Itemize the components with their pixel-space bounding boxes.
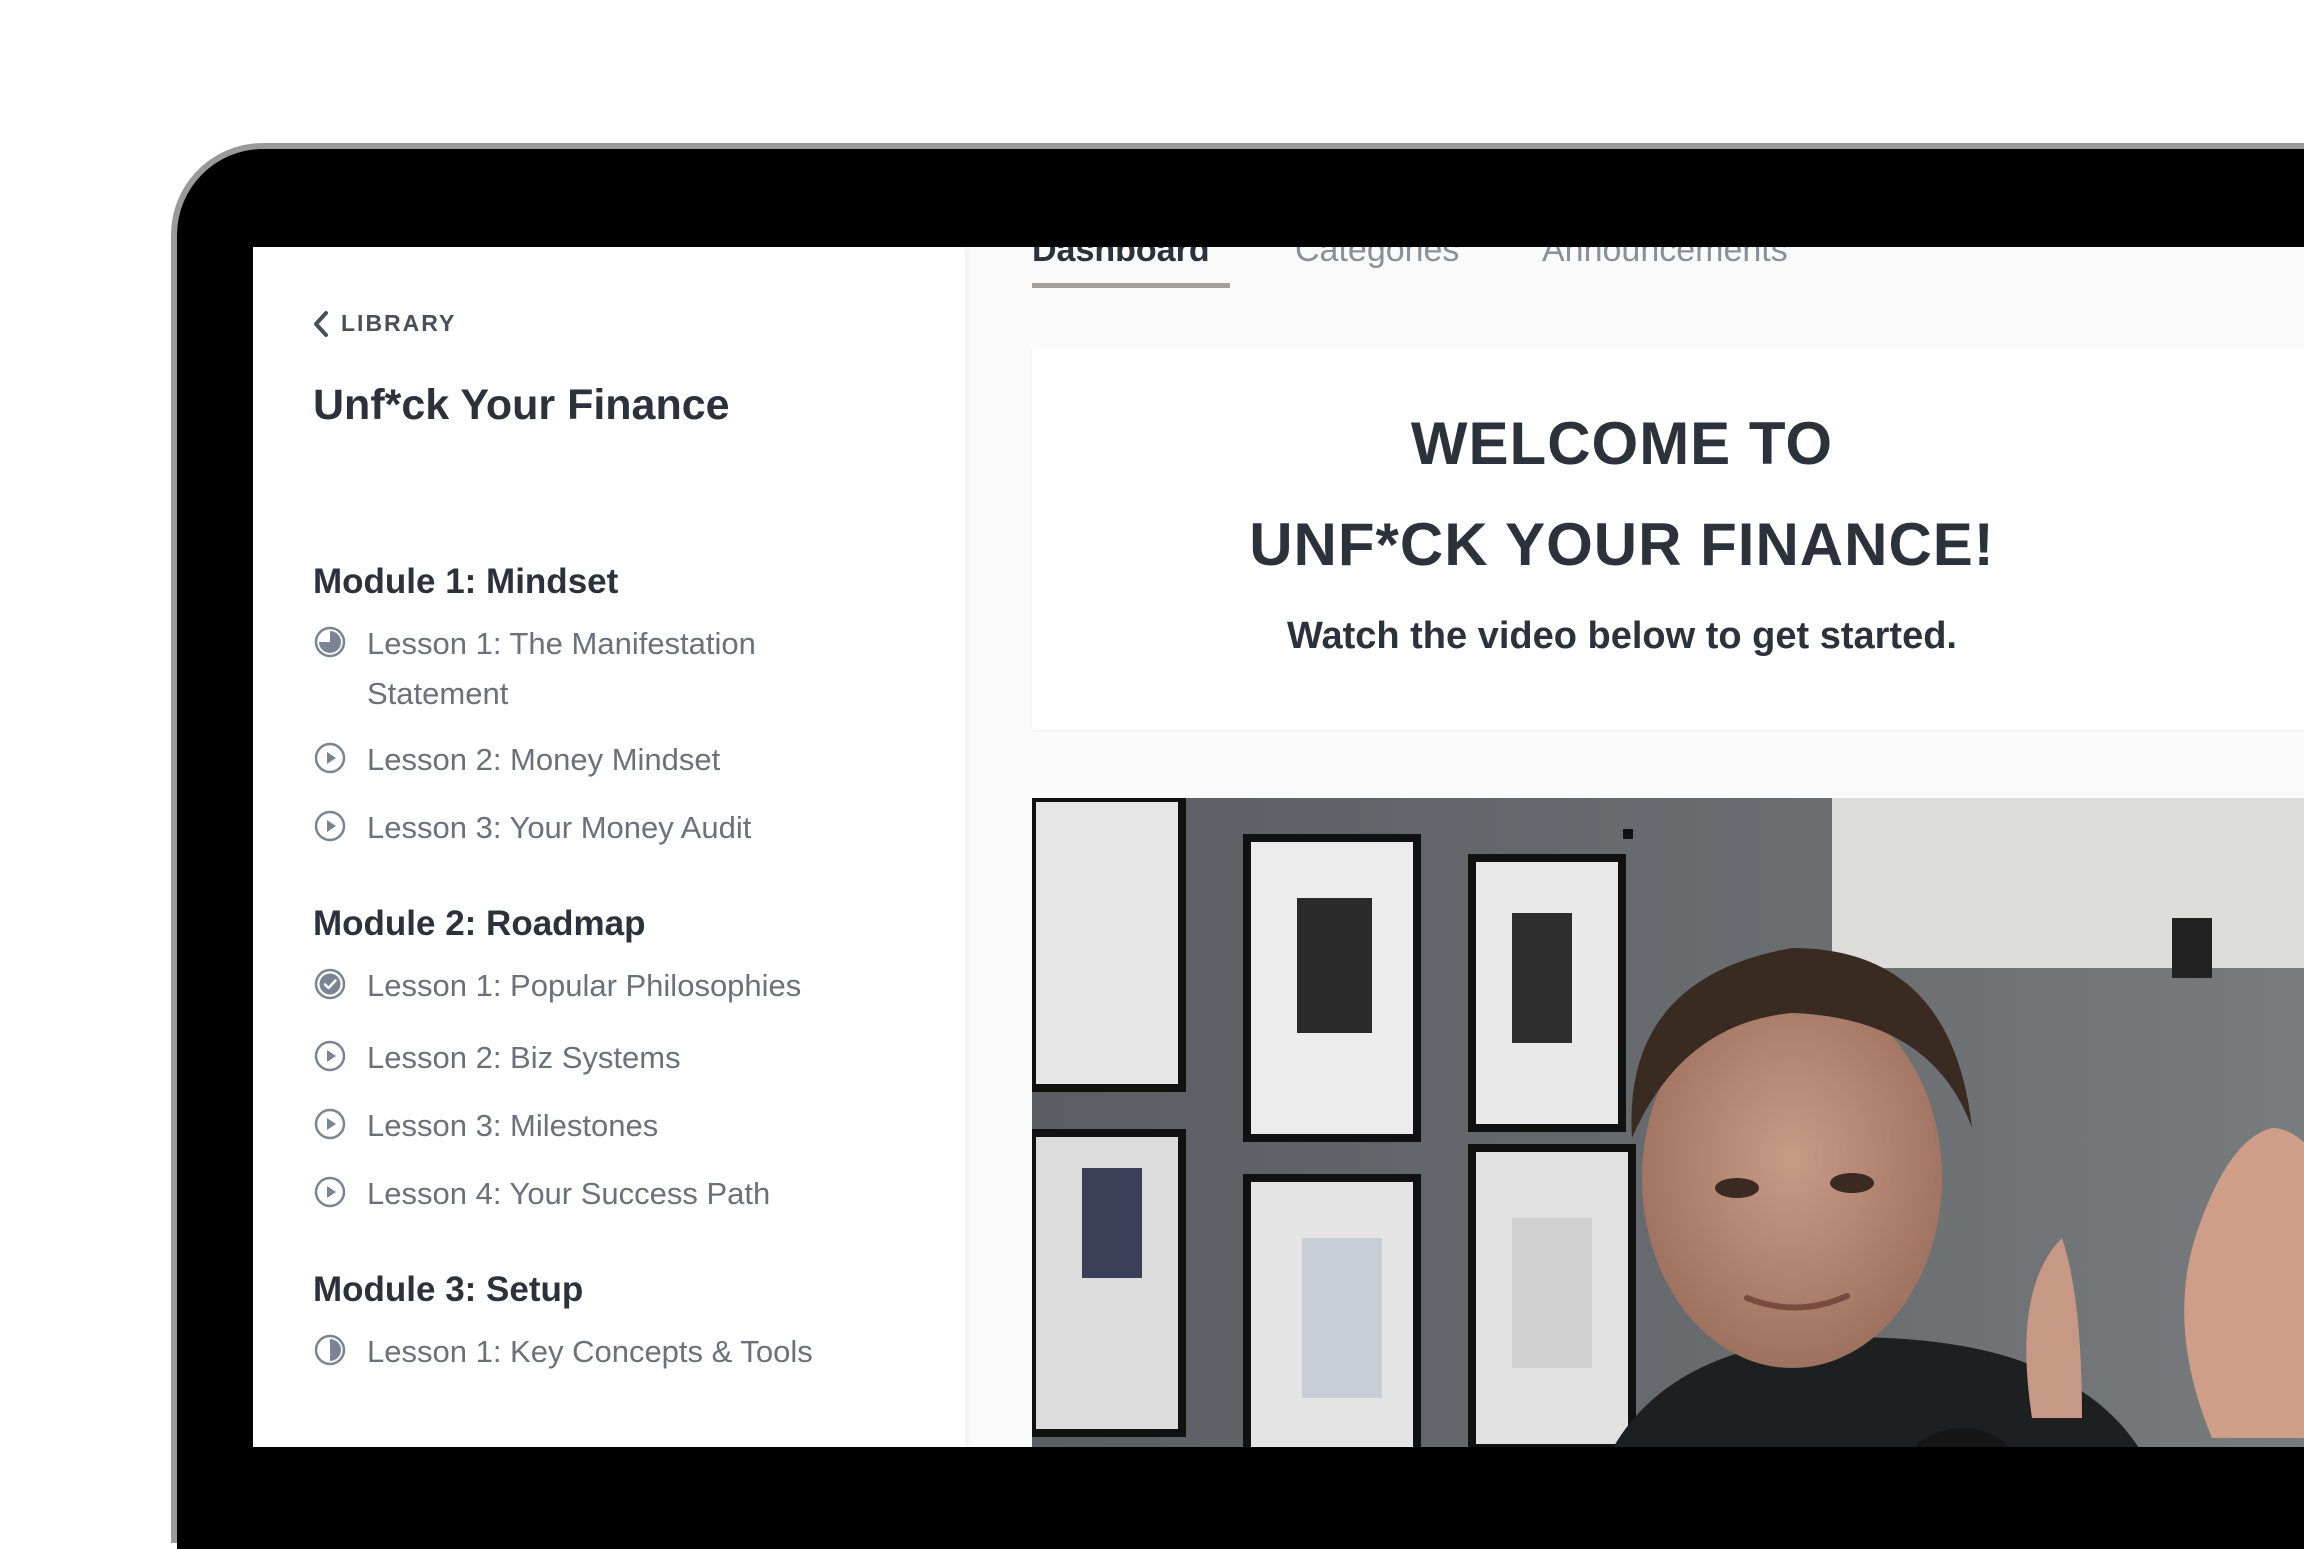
back-link-label: LIBRARY [341,310,457,336]
welcome-video-player[interactable] [1032,798,2304,1447]
lesson-label: Lesson 1: Key Concepts & Tools [367,1334,813,1369]
module-2: Module 2: Roadmap Lesson 1: Popular Phil… [313,899,933,1219]
welcome-heading-line1: WELCOME TO [1410,410,1834,477]
lesson-label: Lesson 3: Your Money Audit [367,810,752,845]
lesson-item[interactable]: Lesson 1: Key Concepts & Tools [313,1327,933,1377]
module-title: Module 1: Mindset [313,562,619,601]
progress-partial-icon [314,1334,346,1366]
tab-announcements[interactable]: Announcements [1542,247,1788,270]
lesson-label: Lesson 2: Money Mindset [367,742,721,777]
back-to-library-link[interactable]: LIBRARY [313,310,456,337]
play-circle-icon [314,1040,346,1072]
module-list: Module 1: Mindset Lesson 1: The Manifest… [313,557,933,1395]
course-title: Unf*ck Your Finance [313,381,730,429]
tab-categories[interactable]: Categories [1295,247,1459,270]
tab-dashboard[interactable]: Dashboard [1032,247,1210,270]
module-3: Module 3: Setup Lesson 1: Key Concepts &… [313,1265,933,1377]
video-frame-thumbnail [1032,798,2304,1447]
lesson-label: Lesson 1: Popular Philosophies [367,968,802,1003]
course-sidebar: LIBRARY Unf*ck Your Finance Module 1: Mi… [253,247,965,1447]
lesson-item[interactable]: Lesson 2: Money Mindset [313,735,933,785]
play-circle-icon [314,1176,346,1208]
lesson-item[interactable]: Lesson 1: The Manifestation Statement [313,619,933,719]
lesson-label: Lesson 3: Milestones [367,1108,659,1143]
lesson-label: Lesson 1: The Manifestation Statement [367,626,756,711]
welcome-subtitle: Watch the video below to get started. [1287,615,1957,657]
check-circle-icon [314,968,346,1000]
lesson-label: Lesson 4: Your Success Path [367,1176,771,1211]
chevron-left-icon [314,310,328,337]
lesson-item[interactable]: Lesson 3: Your Money Audit [313,803,933,853]
laptop-screen: LIBRARY Unf*ck Your Finance Module 1: Mi… [253,247,2304,1447]
active-tab-indicator [1032,283,1230,288]
welcome-heading-line2: UNF*CK YOUR FINANCE! [1249,511,1995,578]
lesson-item[interactable]: Lesson 4: Your Success Path [313,1169,933,1219]
play-circle-icon [314,742,346,774]
module-title: Module 3: Setup [313,1270,584,1309]
play-circle-icon [314,810,346,842]
module-title: Module 2: Roadmap [313,904,646,943]
lesson-item[interactable]: Lesson 1: Popular Philosophies [313,961,933,1011]
lesson-label: Lesson 2: Biz Systems [367,1040,681,1075]
welcome-card: WELCOME TO UNF*CK YOUR FINANCE! Watch th… [1032,347,2304,730]
module-1: Module 1: Mindset Lesson 1: The Manifest… [313,557,933,853]
play-circle-icon [314,1108,346,1140]
lesson-item[interactable]: Lesson 3: Milestones [313,1101,933,1151]
progress-partial-icon [314,626,346,658]
lesson-item[interactable]: Lesson 2: Biz Systems [313,1033,933,1083]
